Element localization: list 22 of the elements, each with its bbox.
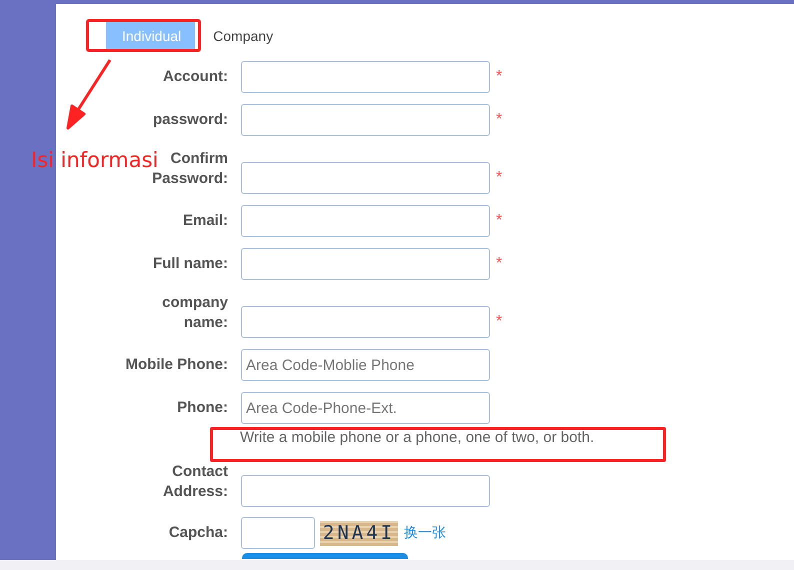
refresh-captcha-link[interactable]: 换一张 <box>404 522 446 544</box>
field-label: Account: <box>163 67 228 87</box>
field-label: Email: <box>182 211 228 231</box>
required-marker: * <box>496 112 502 128</box>
required-marker: * <box>496 170 502 186</box>
phone-hint: Write a mobile phone or a phone, one of two, or both. <box>240 429 594 446</box>
required-marker: * <box>496 213 502 229</box>
field-label: password: <box>152 110 228 130</box>
input-field[interactable]: Area Code-Moblie Phone <box>241 349 490 381</box>
required-marker: * <box>496 314 502 330</box>
field-label: Contact Address: <box>162 462 228 502</box>
field-label: Phone: <box>177 398 228 418</box>
tab[interactable]: Individual <box>106 22 196 50</box>
field-label: company name: <box>162 293 228 333</box>
input-field[interactable]: Area Code-Phone-Ext. <box>241 392 490 424</box>
required-marker: * <box>496 256 502 272</box>
annotation-text: Isi informasi <box>31 147 158 172</box>
field-label: Capcha: <box>168 522 228 543</box>
required-marker: * <box>496 69 502 85</box>
field-label: Mobile Phone: <box>126 355 228 375</box>
captcha-image: 2NA4I <box>320 520 398 546</box>
field-label: Full name: <box>152 254 228 274</box>
